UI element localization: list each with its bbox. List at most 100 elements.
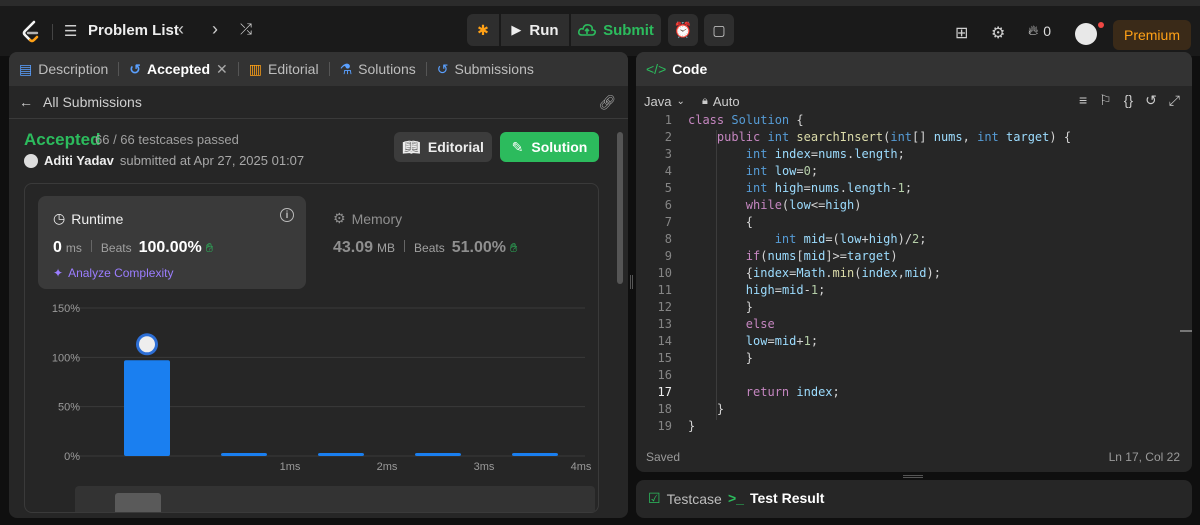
- all-submissions-link[interactable]: ← All Submissions: [19, 94, 142, 110]
- code-line[interactable]: 2 public int searchInsert(int[] nums, in…: [636, 129, 1192, 146]
- scrollbar[interactable]: [617, 132, 623, 284]
- history-icon: ↺: [129, 60, 141, 77]
- code-line[interactable]: 18 }: [636, 401, 1192, 418]
- panel-resize-handle[interactable]: [630, 275, 633, 289]
- code-line[interactable]: 7 {: [636, 214, 1192, 231]
- code-text: }: [688, 300, 754, 314]
- language-select[interactable]: Java ⌄: [644, 94, 685, 109]
- tab-editorial[interactable]: ▥ Editorial: [249, 61, 329, 78]
- gear-icon[interactable]: ⚙: [991, 23, 1005, 43]
- tab-testcase[interactable]: ☑ Testcase: [648, 490, 722, 507]
- code-line[interactable]: 1 class Solution {: [636, 112, 1192, 129]
- tab-test-result[interactable]: >_ Test Result: [728, 490, 824, 506]
- notes-button[interactable]: ▢: [704, 14, 734, 46]
- runtime-card[interactable]: ◷ Runtime i 0 ms Beats 100.00% ✋︎ ✦ Anal…: [38, 196, 306, 289]
- premium-button[interactable]: Premium: [1113, 20, 1191, 50]
- reset-icon[interactable]: ↺: [1145, 92, 1157, 109]
- braces-icon[interactable]: {}: [1124, 92, 1133, 109]
- run-label: Run: [529, 21, 559, 39]
- bar[interactable]: [221, 453, 267, 456]
- line-number: 17: [657, 385, 672, 399]
- code-line[interactable]: 4 int low=0;: [636, 163, 1192, 180]
- bar[interactable]: [512, 453, 558, 456]
- run-button[interactable]: ▶ Run: [501, 14, 569, 46]
- tab-divider: [328, 62, 330, 76]
- flask-icon: ⚗: [339, 60, 353, 77]
- timer-button[interactable]: ⏰: [668, 14, 698, 46]
- problem-list-link[interactable]: Problem List: [88, 22, 179, 39]
- info-icon[interactable]: i: [280, 208, 294, 222]
- chevron-right-icon[interactable]: ›: [212, 19, 218, 40]
- username[interactable]: Aditi Yadav: [44, 153, 114, 168]
- code-icon: </>: [646, 61, 667, 77]
- code-line[interactable]: 11 high=mid-1;: [636, 282, 1192, 299]
- share-link-icon[interactable]: 🔗︎: [598, 94, 616, 111]
- code-line[interactable]: 16: [636, 367, 1192, 384]
- bookmark-icon[interactable]: ⚐: [1099, 92, 1112, 109]
- layout-grid-icon[interactable]: ⊞: [955, 23, 968, 43]
- auto-mode-toggle[interactable]: 🔒︎ Auto: [702, 94, 740, 109]
- tab-description[interactable]: ▤ Description: [19, 61, 118, 78]
- code-line[interactable]: 9 if(nums[mid]>=target): [636, 248, 1192, 265]
- checkbox-icon: ☑: [648, 490, 661, 506]
- bar[interactable]: [124, 360, 170, 456]
- debug-button[interactable]: ✱: [467, 14, 499, 46]
- tab-submissions[interactable]: ↺ Submissions: [437, 61, 544, 78]
- bug-icon: ✱: [477, 21, 489, 38]
- line-number: 6: [664, 198, 672, 212]
- leetcode-logo-icon[interactable]: [20, 20, 42, 44]
- code-line[interactable]: 19}: [636, 418, 1192, 435]
- analyze-complexity-link[interactable]: ✦ Analyze Complexity: [53, 266, 173, 280]
- tab-solutions[interactable]: ⚗ Solutions: [340, 61, 426, 78]
- line-number: 11: [657, 283, 672, 297]
- code-line[interactable]: 6 while(low<=high): [636, 197, 1192, 214]
- code-line[interactable]: 5 int high=nums.length-1;: [636, 180, 1192, 197]
- clap-icon: ✋︎: [510, 240, 518, 255]
- code-editor[interactable]: 1 class Solution {2 public int searchInse…: [636, 112, 1192, 435]
- divider: [9, 118, 628, 119]
- scrollbar[interactable]: [1180, 330, 1192, 332]
- tab-divider: [237, 62, 239, 76]
- runtime-title: ◷ Runtime: [53, 210, 124, 227]
- memory-title[interactable]: ⚙ Memory: [333, 210, 402, 227]
- console-panel: ☑ Testcase >_ Test Result: [636, 480, 1192, 518]
- divider: [52, 24, 53, 40]
- list-icon[interactable]: ☰: [64, 22, 77, 40]
- bar[interactable]: [415, 453, 461, 456]
- code-line[interactable]: 17 return index;: [636, 384, 1192, 401]
- code-text: int mid=(low+high)/2;: [774, 232, 927, 246]
- code-text: public int searchInsert(int[] nums, int …: [716, 130, 1072, 144]
- line-number: 12: [657, 300, 672, 314]
- fullscreen-icon[interactable]: ⤢: [1169, 92, 1180, 109]
- line-number: 14: [657, 334, 672, 348]
- panel-resize-handle[interactable]: [903, 475, 923, 478]
- format-icon[interactable]: ≡: [1079, 92, 1087, 109]
- code-line[interactable]: 15 }: [636, 350, 1192, 367]
- runtime-unit: ms: [65, 241, 82, 255]
- shuffle-icon[interactable]: ⤮: [240, 21, 252, 38]
- y-tick-label: 150%: [52, 303, 80, 315]
- close-icon[interactable]: ✕: [216, 61, 228, 78]
- submit-button[interactable]: Submit: [571, 14, 661, 46]
- beats-label: Beats: [100, 241, 132, 255]
- code-line[interactable]: 8 int mid=(low+high)/2;: [636, 231, 1192, 248]
- chevron-left-icon[interactable]: ‹: [178, 19, 184, 40]
- runtime-distribution-chart: 150% 100% 50% 0% 1ms 2ms 3ms 4ms: [52, 303, 595, 512]
- editorial-button[interactable]: 📖︎ Editorial: [394, 132, 492, 162]
- user-avatar[interactable]: [1075, 23, 1097, 45]
- streak-counter[interactable]: 🔥︎ 0: [1028, 22, 1051, 39]
- bar[interactable]: [318, 453, 364, 456]
- code-line[interactable]: 14 low=mid+1;: [636, 333, 1192, 350]
- code-tab[interactable]: </> Code: [636, 52, 1192, 86]
- code-line[interactable]: 10 {index=Math.min(index,mid);: [636, 265, 1192, 282]
- code-text: if(nums[mid]>=target): [745, 249, 898, 263]
- solution-button[interactable]: ✎ Solution: [500, 132, 599, 162]
- code-line[interactable]: 3 int index=nums.length;: [636, 146, 1192, 163]
- code-tool-icons: ≡ ⚐ {} ↺ ⤢: [1079, 92, 1180, 109]
- edit-icon: ✎: [511, 138, 524, 155]
- testcases-passed: 66 / 66 testcases passed: [95, 132, 239, 147]
- code-line[interactable]: 12 }: [636, 299, 1192, 316]
- book-icon: 📖︎: [402, 138, 420, 155]
- code-line[interactable]: 13 else: [636, 316, 1192, 333]
- tab-accepted[interactable]: ↺ Accepted ✕: [129, 61, 238, 78]
